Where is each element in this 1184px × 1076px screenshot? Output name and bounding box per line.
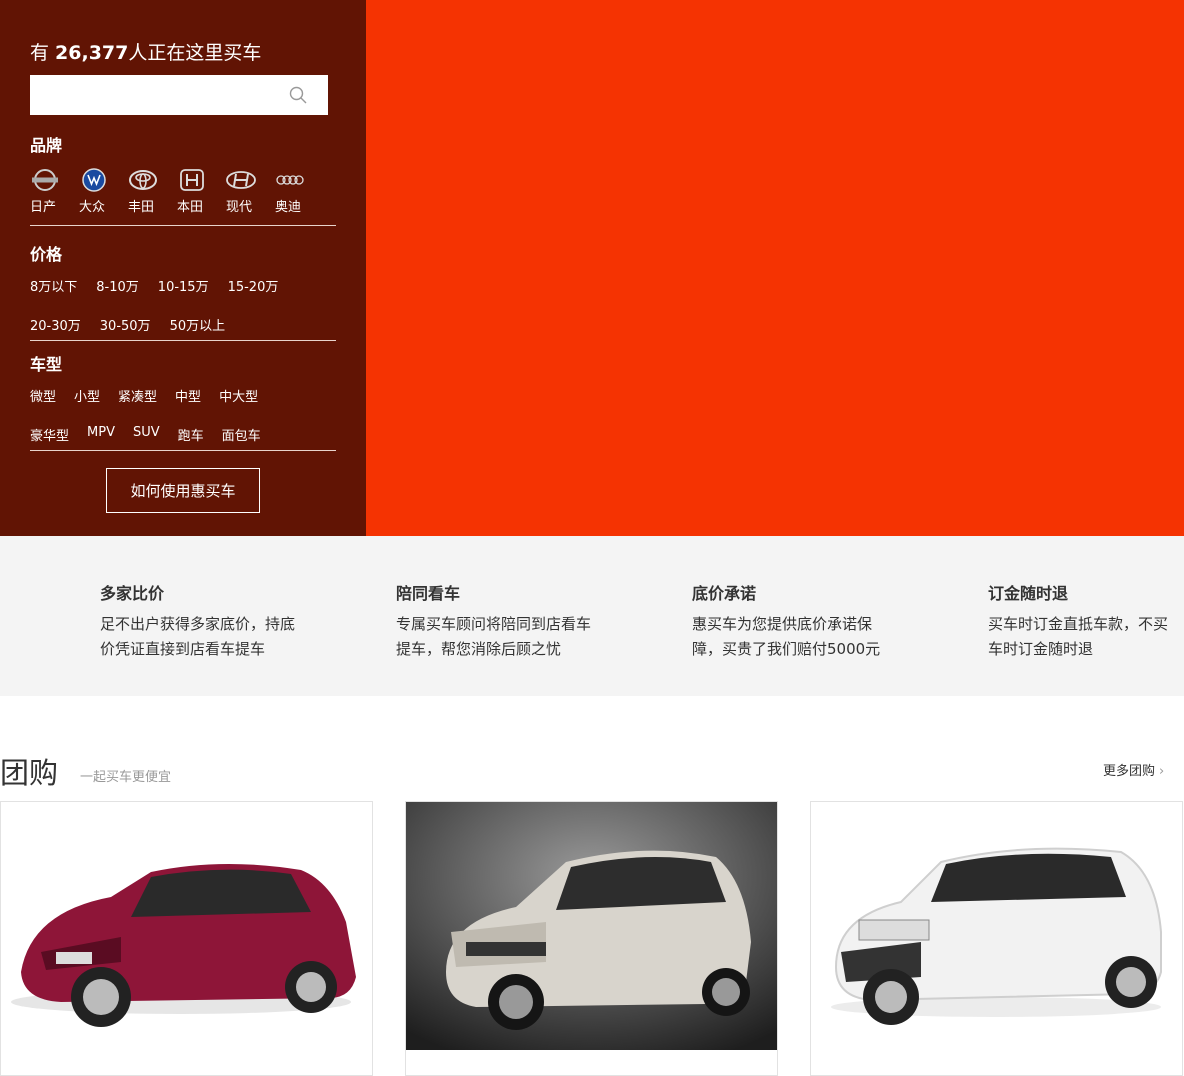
feature-desc: 惠买车为您提供底价承诺保障，买贵了我们赔付5000元 xyxy=(692,615,881,658)
honda-logo-icon xyxy=(180,169,204,191)
brand-item-audi[interactable]: 奥迪 xyxy=(275,168,324,215)
hyundai-logo-icon xyxy=(226,171,256,189)
price-filter[interactable]: 8万以下 xyxy=(30,276,77,295)
car-photo-red-hatchback xyxy=(1,802,372,1050)
feature-strip: 多家比价 足不出户获得多家底价，持底价凭证直接到店看车提车 陪同看车 专属买车顾… xyxy=(0,536,1184,696)
feature-item: 订金随时退 买车时订金直抵车款，不买车时订金随时退 xyxy=(988,580,1184,662)
feature-desc: 专属买车顾问将陪同到店看车提车，帮您消除后顾之忧 xyxy=(396,615,592,658)
type-filter[interactable]: 中大型 xyxy=(219,386,258,405)
brand-item-nissan[interactable]: 日产 xyxy=(30,168,79,215)
divider xyxy=(30,225,336,226)
nissan-logo-icon xyxy=(32,169,58,191)
feature-title: 陪同看车 xyxy=(396,584,461,603)
feature-item: 底价承诺 惠买车为您提供底价承诺保障，买贵了我们赔付5000元 xyxy=(692,580,902,662)
group-buy-card[interactable] xyxy=(0,801,373,1076)
feature-title: 底价承诺 xyxy=(692,584,757,603)
group-buy-card[interactable] xyxy=(810,801,1183,1076)
type-filter[interactable]: 面包车 xyxy=(222,425,261,444)
feature-title: 多家比价 xyxy=(100,584,165,603)
feature-item: 陪同看车 专属买车顾问将陪同到店看车提车，帮您消除后顾之忧 xyxy=(396,580,606,662)
price-filter[interactable]: 20-30万 xyxy=(30,315,81,334)
volkswagen-logo-icon xyxy=(82,168,106,192)
search-input[interactable] xyxy=(30,75,280,115)
buyer-count-headline: 有 26,377人正在这里买车 xyxy=(30,42,262,64)
group-buy-header: 团购 一起买车更便宜 更多团购 › xyxy=(0,750,1184,790)
price-filter-row-2: 20-30万 30-50万 50万以上 xyxy=(30,315,244,334)
type-filter[interactable]: 中型 xyxy=(175,386,201,405)
how-to-use-button[interactable]: 如何使用惠买车 xyxy=(106,468,260,513)
car-photo-silver-hatchback xyxy=(406,802,777,1050)
feature-item: 多家比价 足不出户获得多家底价，持底价凭证直接到店看车提车 xyxy=(100,580,310,662)
price-filter[interactable]: 8-10万 xyxy=(96,276,139,295)
toyota-logo-icon xyxy=(129,170,157,190)
feature-desc: 足不出户获得多家底价，持底价凭证直接到店看车提车 xyxy=(100,615,296,658)
type-filter[interactable]: 小型 xyxy=(74,386,100,405)
divider xyxy=(30,450,336,451)
price-filter[interactable]: 15-20万 xyxy=(228,276,279,295)
price-filter[interactable]: 30-50万 xyxy=(100,315,151,334)
search-box xyxy=(30,75,328,115)
car-finder-panel: 有 26,377人正在这里买车 品牌 日产 大众 丰田 本田 现代 奥迪 价格 … xyxy=(0,0,366,536)
car-photo-white-suv xyxy=(811,802,1182,1050)
chevron-right-icon: › xyxy=(1159,764,1165,779)
price-filter-row-1: 8万以下 8-10万 10-15万 15-20万 xyxy=(30,276,297,295)
price-section-title: 价格 xyxy=(30,245,63,264)
group-buy-subtitle: 一起买车更便宜 xyxy=(80,770,172,785)
group-buy-card[interactable] xyxy=(405,801,778,1076)
type-filter[interactable]: 微型 xyxy=(30,386,56,405)
type-filter[interactable]: MPV xyxy=(87,425,115,444)
brand-item-hyundai[interactable]: 现代 xyxy=(226,168,275,215)
price-filter[interactable]: 50万以上 xyxy=(170,315,226,334)
feature-desc: 买车时订金直抵车款，不买车时订金随时退 xyxy=(988,615,1169,658)
more-group-buy-link[interactable]: 更多团购 › xyxy=(1103,760,1164,779)
type-filter[interactable]: SUV xyxy=(133,425,160,444)
audi-logo-icon xyxy=(276,175,304,185)
price-filter[interactable]: 10-15万 xyxy=(158,276,209,295)
type-section-title: 车型 xyxy=(30,355,63,374)
buyer-count: 26,377 xyxy=(55,42,129,64)
brand-item-toyota[interactable]: 丰田 xyxy=(128,168,177,215)
divider xyxy=(30,340,336,341)
type-filter-row-1: 微型 小型 紧凑型 中型 中大型 xyxy=(30,386,276,405)
brand-item-volkswagen[interactable]: 大众 xyxy=(79,168,128,215)
type-filter[interactable]: 紧凑型 xyxy=(118,386,157,405)
group-buy-title: 团购 xyxy=(0,756,59,790)
search-icon[interactable] xyxy=(288,85,308,105)
brand-list: 日产 大众 丰田 本田 现代 奥迪 xyxy=(30,168,324,215)
type-filter[interactable]: 跑车 xyxy=(178,425,204,444)
feature-title: 订金随时退 xyxy=(988,584,1069,603)
type-filter[interactable]: 豪华型 xyxy=(30,425,69,444)
type-filter-row-2: 豪华型 MPV SUV 跑车 面包车 xyxy=(30,425,279,444)
brand-section-title: 品牌 xyxy=(30,136,63,155)
brand-item-honda[interactable]: 本田 xyxy=(177,168,226,215)
